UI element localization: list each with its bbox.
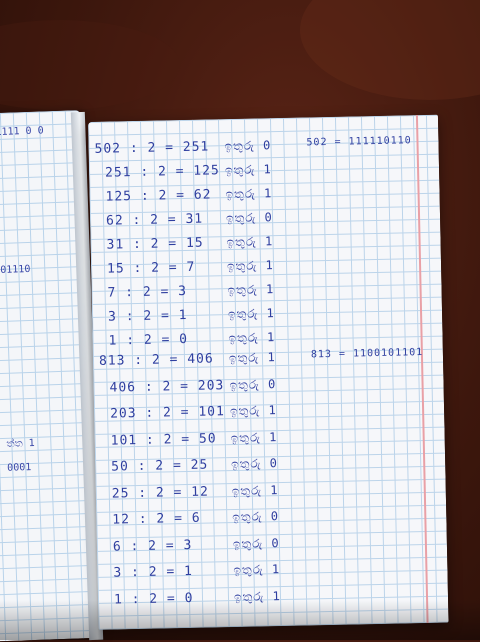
remainder-label: ඉතුරු 1 <box>230 429 278 445</box>
division-equation: 203 : 2 = 101 <box>109 404 226 422</box>
remainder-label: ඉතුරු 1 <box>233 562 281 578</box>
division-equation: 251 : 2 = 125 <box>104 163 220 181</box>
remainder-label: ඉතුරු 1 <box>225 186 273 202</box>
remainder-label: ඉතුරු 1 <box>227 306 275 322</box>
division-equation: 1 : 2 = 0 <box>108 331 189 349</box>
remainder-label: ඉතුරු 0 <box>232 509 280 525</box>
division-section-502: 502 : 2 = 251 ඉතුරු 0 251 : 2 = 125 ඉතුරු 1… <box>88 115 438 348</box>
remainder-label: ඉතුරු 1 <box>228 350 276 366</box>
division-equation: 502 : 2 = 251 <box>94 139 210 157</box>
page-margin-line <box>415 115 429 624</box>
division-equation: 7 : 2 = 3 <box>107 283 188 301</box>
remainder-label: ඉතුරු 1 <box>231 482 279 498</box>
remainder-label: ඉතුරු 0 <box>224 138 272 154</box>
wood-grain <box>0 20 180 110</box>
remainder-label: ඉතුරු 0 <box>231 456 279 472</box>
remainder-label: ඉතුරු 1 <box>226 258 274 274</box>
division-equation: 3 : 2 = 1 <box>107 307 188 325</box>
division-equation: 813 : 2 = 406 <box>98 351 214 369</box>
photo-scene: 1111 0 0 01110 ත්ත 1 0001 502 : 2 = 251 ඉ… <box>0 0 480 642</box>
division-equation: 6 : 2 = 3 <box>112 537 193 555</box>
left-page-note: ත්ත 1 <box>6 437 35 450</box>
left-page-note: 01110 <box>0 263 31 276</box>
division-equation: 3 : 2 = 1 <box>113 563 194 581</box>
division-equation: 25 : 2 = 12 <box>111 484 210 502</box>
division-equation: 31 : 2 = 15 <box>106 235 204 253</box>
binary-result: 502 = 111110110 <box>306 135 412 149</box>
division-equation: 12 : 2 = 6 <box>112 510 201 528</box>
left-page-note: 0001 <box>7 462 32 474</box>
remainder-label: ඉතුරු 0 <box>225 210 273 226</box>
remainder-label: ඉතුරු 1 <box>226 234 274 250</box>
division-equation: 62 : 2 = 31 <box>105 211 204 229</box>
bottom-shadow <box>0 600 480 640</box>
binary-result: 813 = 1100101101 <box>310 347 424 361</box>
remainder-label: ඉතුරු 0 <box>232 535 280 551</box>
division-equation: 125 : 2 = 62 <box>105 187 212 205</box>
division-section-813: 813 : 2 = 406 ඉතුරු 1 406 : 2 = 203 ඉතුරු 0… <box>88 115 438 607</box>
remainder-label: ඉතුරු 1 <box>224 162 272 178</box>
notebook-right-page: 502 : 2 = 251 ඉතුරු 0 251 : 2 = 125 ඉතුරු 1… <box>88 114 449 630</box>
left-page-note: 1111 0 0 <box>0 125 44 139</box>
wood-grain <box>300 0 480 100</box>
remainder-label: ඉතුරු 1 <box>229 403 277 419</box>
division-equation: 15 : 2 = 7 <box>106 259 196 277</box>
remainder-label: ඉතුරු 1 <box>228 330 276 346</box>
remainder-label: ඉතුරු 1 <box>227 282 275 298</box>
division-equation: 406 : 2 = 203 <box>109 377 225 396</box>
division-equation: 101 : 2 = 50 <box>110 430 217 449</box>
remainder-label: ඉතුරු 0 <box>229 376 277 392</box>
division-equation: 50 : 2 = 25 <box>111 457 209 475</box>
